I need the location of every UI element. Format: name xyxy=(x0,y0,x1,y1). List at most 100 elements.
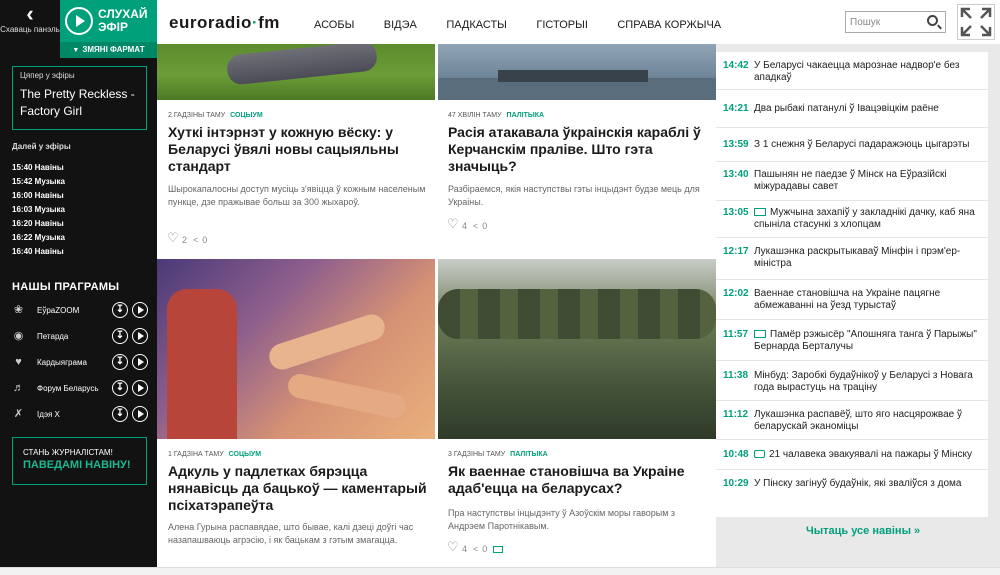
heart-icon[interactable] xyxy=(167,230,179,246)
article-title[interactable]: Расія атакавала ўкраінскія караблі ў Кер… xyxy=(448,124,710,175)
news-item[interactable]: 12:17 Лукашэнка раскрытыкаваў Мінфін і пр… xyxy=(716,238,988,280)
nav-item-korzhych-case[interactable]: СПРАВА КОРЖЫЧА xyxy=(617,19,721,31)
article-stats: 4 <0 xyxy=(447,539,504,555)
article-category[interactable]: СОЦЫУМ xyxy=(229,451,261,458)
schedule-item: 16:00 Навіны xyxy=(12,191,64,200)
news-item[interactable]: 10:48 21 чалавека эвакуявалі на пажары ў … xyxy=(716,440,988,470)
listen-live-box: СЛУХАЙ ЭФІР ▼ ЗМЯНІ ФАРМАТ xyxy=(60,0,157,58)
listen-live-button[interactable]: СЛУХАЙ ЭФІР xyxy=(60,0,157,42)
play-icon[interactable] xyxy=(132,380,148,396)
download-icon[interactable]: ↧ xyxy=(112,354,128,370)
news-text: У Пінску загінуў будаўнік, які зваліўся … xyxy=(754,478,962,489)
article-image[interactable] xyxy=(157,259,435,439)
share-icon[interactable]: < xyxy=(193,235,198,245)
article-category[interactable]: СОЦЫУМ xyxy=(230,112,262,119)
search-input[interactable] xyxy=(850,14,926,30)
fullscreen-icon[interactable] xyxy=(957,4,995,40)
share-count: 0 xyxy=(202,235,208,245)
news-item[interactable]: 12:02 Ваеннае становішча на Украіне пацяг… xyxy=(716,280,988,320)
nav-item-podcasts[interactable]: ПАДКАСТЫ xyxy=(446,19,507,31)
collapse-panel-label: Схаваць панэль xyxy=(0,25,60,34)
news-time: 11:38 xyxy=(723,370,749,381)
article-lead: Разбіраемся, якія наступствы гэты інцыдэ… xyxy=(448,184,700,207)
share-icon[interactable]: < xyxy=(473,544,478,554)
article-grid: 2 ГАДЗІНЫ ТАМУ СОЦЫУМ Хуткі інтэрнэт у ко… xyxy=(157,44,716,575)
heart-icon[interactable] xyxy=(447,539,459,555)
download-icon[interactable]: ↧ xyxy=(112,406,128,422)
download-icon[interactable]: ↧ xyxy=(112,328,128,344)
radio-sidebar: ‹ Схаваць панэль СЛУХАЙ ЭФІР ▼ ЗМЯНІ ФАРМ… xyxy=(0,0,157,575)
article-image[interactable] xyxy=(438,44,716,100)
news-text: Мінбуд: Заробкі будаўнікоў у Беларусі з … xyxy=(754,370,973,393)
article-image[interactable] xyxy=(157,44,435,100)
globe-icon: ❀ xyxy=(13,304,24,316)
heart-icon[interactable] xyxy=(447,216,459,232)
news-time: 13:05 xyxy=(723,207,749,218)
circle-icon: ◉ xyxy=(13,330,24,342)
news-item[interactable]: 13:05 Мужчына захапіў у закладнікі дачку,… xyxy=(716,201,988,238)
program-item[interactable]: ♥ Кардыяграма ↧ xyxy=(12,350,152,376)
news-time: 14:21 xyxy=(723,103,749,114)
change-format-button[interactable]: ▼ ЗМЯНІ ФАРМАТ xyxy=(60,42,157,58)
download-icon[interactable]: ↧ xyxy=(112,302,128,318)
now-playing-track: The Pretty Reckless - Factory Girl xyxy=(20,87,135,118)
program-item[interactable]: ✗ Ідэя Х ↧ xyxy=(12,402,152,428)
news-item[interactable]: 11:12 Лукашэнка распавёў, што яго насцяро… xyxy=(716,401,988,440)
nav-item-persons[interactable]: АСОБЫ xyxy=(314,19,354,31)
collapse-panel-button[interactable]: ‹ Схаваць панэль xyxy=(0,0,60,40)
program-name: Ідэя Х xyxy=(37,410,60,419)
program-item[interactable]: ❀ ЕўраZOOM ↧ xyxy=(12,298,152,324)
nav-item-video[interactable]: ВІДЭА xyxy=(384,19,417,31)
schedule-item: 15:42 Музыка xyxy=(12,177,65,186)
news-item[interactable]: 14:21 Два рыбакі патанулі ў Івацэвіцкім р… xyxy=(716,90,988,128)
play-icon[interactable] xyxy=(132,302,148,318)
news-time: 10:48 xyxy=(723,449,749,460)
news-time: 11:57 xyxy=(723,329,749,340)
article-stats: 4 <0 xyxy=(447,216,488,232)
news-time: 12:17 xyxy=(723,246,749,257)
news-text: Лукашэнка распавёў, што яго насцярожвае … xyxy=(754,409,962,432)
heart-icon: ♥ xyxy=(15,356,22,368)
fullscreen-arrows-icon xyxy=(960,7,992,37)
programs-list: ❀ ЕўраZOOM ↧ ◉ Петарда ↧ ♥ Кардыяграма ↧… xyxy=(12,298,152,428)
news-text: У Беларусі чакаецца марознае надвор'е бе… xyxy=(754,60,960,83)
article-category[interactable]: ПАЛІТЫКА xyxy=(507,112,545,119)
article-title[interactable]: Адкуль у падлетках бярэцца нянавісць да … xyxy=(168,463,430,514)
schedule-item: 16:03 Музыка xyxy=(12,205,65,214)
article-title[interactable]: Як ваеннае становішча ва Украіне адаб'ец… xyxy=(448,463,710,497)
share-count: 0 xyxy=(482,221,488,231)
article-title[interactable]: Хуткі інтэрнэт у кожную вёску: у Беларус… xyxy=(168,124,430,175)
nav-item-stories[interactable]: ГІСТОРЫІ xyxy=(536,19,588,31)
main-nav: АСОБЫ ВІДЭА ПАДКАСТЫ ГІСТОРЫІ СПРАВА КОР… xyxy=(314,15,746,33)
article-time: 47 ХВІЛІН ТАМУ xyxy=(448,112,502,119)
article-meta: 47 ХВІЛІН ТАМУ ПАЛІТЫКА xyxy=(448,112,544,119)
play-icon[interactable] xyxy=(132,406,148,422)
news-item[interactable]: 10:29 У Пінску загінуў будаўнік, які звал… xyxy=(716,470,988,500)
cta-line2: ПАВЕДАМІ НАВІНУ! xyxy=(23,459,131,471)
play-icon[interactable] xyxy=(132,354,148,370)
like-count: 2 xyxy=(182,235,188,245)
article-category[interactable]: ПАЛІТЫКА xyxy=(510,451,548,458)
news-item[interactable]: 11:38 Мінбуд: Заробкі будаўнікоў у Белару… xyxy=(716,361,988,401)
now-playing-box: Цяпер у эфіры The Pretty Reckless - Fact… xyxy=(12,66,147,130)
like-count: 4 xyxy=(462,544,468,554)
read-all-news-link[interactable]: Чытаць усе навіны » xyxy=(806,525,920,537)
news-item[interactable]: 13:59 З 1 снежня ў Беларусі падаражэюць ц… xyxy=(716,128,988,162)
schedule-item: 16:20 Навіны xyxy=(12,219,64,228)
news-item[interactable]: 13:40 Пашынян не паедзе ў Мінск на Еўразі… xyxy=(716,162,988,201)
download-icon[interactable]: ↧ xyxy=(112,380,128,396)
article-image[interactable] xyxy=(438,259,716,439)
article-lead: Алена Гурына распавядае, што бывае, калі… xyxy=(168,522,414,545)
share-icon[interactable]: < xyxy=(473,221,478,231)
site-logo[interactable]: euroradio·fm xyxy=(169,13,280,33)
news-item[interactable]: 14:42 У Беларусі чакаецца марознае надвор… xyxy=(716,52,988,90)
article-time: 3 ГАДЗІНЫ ТАМУ xyxy=(448,451,506,458)
program-item[interactable]: ◉ Петарда ↧ xyxy=(12,324,152,350)
news-item[interactable]: 11:57 Памёр рэжысёр "Апошняга танга ў Пар… xyxy=(716,320,988,361)
program-item[interactable]: ♬ Форум Беларусь ↧ xyxy=(12,376,152,402)
news-time: 13:59 xyxy=(723,139,749,150)
search-icon[interactable] xyxy=(927,15,938,26)
news-text: З 1 снежня ў Беларусі падаражэюць цыгарэ… xyxy=(754,139,970,150)
play-icon[interactable] xyxy=(132,328,148,344)
report-news-button[interactable]: СТАНЬ ЖУРНАЛІСТАМ! ПАВЕДАМІ НАВІНУ! xyxy=(12,437,147,485)
